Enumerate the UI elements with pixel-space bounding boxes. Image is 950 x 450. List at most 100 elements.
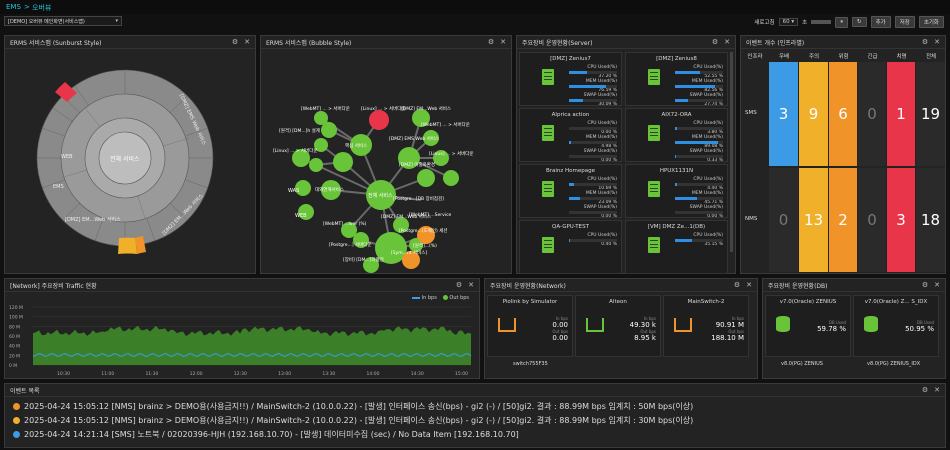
column-header: 주의 xyxy=(808,54,820,60)
column-header: 위험 xyxy=(838,54,849,60)
network-card[interactable]: MainSwitch-2 In bps 90.91 M Out bps 188.… xyxy=(663,295,749,357)
gear-icon[interactable]: ⚙ xyxy=(734,281,740,289)
map-select[interactable]: [DEMO] 오버뷰 메인화면(서비스맵) ▾ xyxy=(4,16,122,26)
bubble-node-label: 대외연계서비스 xyxy=(315,188,344,193)
bubble-node-label: [DMZ] EM...Web 서비스 xyxy=(401,107,452,112)
db-card[interactable]: v7.0(Oracle) ZENIUS DB Used 59.78 % xyxy=(765,295,851,357)
scrollbar[interactable] xyxy=(730,52,733,252)
event-count-cell[interactable]: 0 xyxy=(769,168,798,272)
close-icon[interactable]: ✕ xyxy=(746,281,752,289)
refresh-slider[interactable] xyxy=(811,20,832,24)
metric-label: SWAP Used(%) xyxy=(583,93,617,98)
metric-label: SWAP Used(%) xyxy=(689,205,723,210)
server-card[interactable]: AIX72-ORA CPU Used(%) 3.80 % MEM Used(%) 89… xyxy=(625,108,728,163)
column-header: 치명 xyxy=(896,54,907,60)
refresh-icon[interactable]: ↻ xyxy=(851,17,867,27)
top-bar: EMS > 오버뷰 xyxy=(0,0,950,14)
server-card[interactable]: Alprica action CPU Used(%) 0.00 % MEM Used… xyxy=(519,108,622,163)
server-card[interactable]: [DMZ] Zenius7 CPU Used(%) 37.20 % MEM Used… xyxy=(519,52,622,107)
event-count-panel: 이벤트 개수 (인프라별) ⚙ ✕ 인프라 우배 주의 위험 긴급 치명 전체 SMS 3 9 6 0 1 1… xyxy=(740,35,946,274)
bubble-node-label: WEB xyxy=(295,213,307,219)
out-bps-area xyxy=(33,325,471,365)
event-count-cell[interactable]: 2 xyxy=(829,168,857,272)
close-icon[interactable]: ✕ xyxy=(244,38,250,46)
event-count-cell[interactable]: 1 xyxy=(887,62,915,166)
event-row[interactable]: 2025-04-24 15:05:12 [NMS] brainz > DEMO용… xyxy=(5,399,945,413)
close-icon[interactable]: ✕ xyxy=(724,38,730,46)
sunburst-title: ERMS 서비스맵 (Sunburst Style) xyxy=(10,39,102,47)
close-icon[interactable]: ✕ xyxy=(934,281,940,289)
close-icon[interactable]: ✕ xyxy=(934,386,940,394)
server-icon xyxy=(648,69,660,85)
sunburst-center-label: 전체 서비스 xyxy=(110,156,140,163)
close-icon[interactable]: ✕ xyxy=(500,38,506,46)
bubble-node-label: [원격]...(%) xyxy=(413,244,437,249)
event-count-cell[interactable]: 0 xyxy=(858,168,886,272)
gear-icon[interactable]: ⚙ xyxy=(922,38,928,46)
server-icon xyxy=(542,181,554,197)
metric-bar xyxy=(569,85,617,88)
gear-icon[interactable]: ⚙ xyxy=(456,281,462,289)
add-button[interactable]: 추가 xyxy=(870,16,891,28)
db-card[interactable]: v7.0(Oracle) Z... S_IDX DB Used 50.95 % xyxy=(853,295,939,357)
event-count-cell[interactable]: 13 xyxy=(799,168,828,272)
infra-label: NMS xyxy=(745,216,758,222)
close-icon[interactable]: ✕ xyxy=(468,281,474,289)
reset-button[interactable]: 초기화 xyxy=(918,16,944,28)
breadcrumb-root[interactable]: EMS xyxy=(6,3,21,11)
server-name: QA-GPU-TEST xyxy=(552,224,589,230)
bubble-node-label: [WebMT] ...iver (%) xyxy=(323,222,367,227)
event-count-cell[interactable]: 3 xyxy=(769,62,798,166)
bubble-node-label: [Linux] ... > 서버다운 xyxy=(429,152,474,157)
bubble-node-label: [Linux] ... > 서버다운 xyxy=(361,107,406,112)
server-name: Brainz Homepage xyxy=(545,168,596,174)
bubble-node-label: [Postgre...(도메인) 세션 xyxy=(399,229,448,234)
infra-label: SMS xyxy=(745,110,757,116)
event-count-cell[interactable]: 9 xyxy=(799,62,828,166)
metric-label: SWAP Used(%) xyxy=(689,149,723,154)
gear-icon[interactable]: ⚙ xyxy=(488,38,494,46)
y-tick-label: 80 M xyxy=(9,324,20,330)
event-row[interactable]: 2025-04-24 15:05:12 [NMS] brainz > DEMO용… xyxy=(5,413,945,427)
network-card[interactable]: Alteon In bps 49.30 k Out bps 8.95 k xyxy=(575,295,661,357)
event-count-cell[interactable]: 3 xyxy=(887,168,915,272)
in-value: 90.91 M xyxy=(715,321,744,329)
network-card[interactable]: Piolink by Simulator In bps 0.00 Out bps… xyxy=(487,295,573,357)
metric-bar xyxy=(569,197,617,200)
server-card[interactable]: QA-GPU-TEST CPU Used(%) 0.40 % xyxy=(519,220,622,274)
gear-icon[interactable]: ⚙ xyxy=(712,38,718,46)
server-card[interactable]: Brainz Homepage CPU Used(%) 10.69 % MEM Us… xyxy=(519,164,622,219)
server-name: AIX72-ORA xyxy=(661,112,692,118)
server-card[interactable]: [VM] DMZ Ze...1(DB) CPU Used(%) 35.15 % xyxy=(625,220,728,274)
event-count-cell[interactable]: 6 xyxy=(829,62,857,166)
severity-dot-icon xyxy=(13,402,20,410)
close-icon[interactable]: ✕ xyxy=(934,38,940,46)
gear-icon[interactable]: ⚙ xyxy=(922,281,928,289)
metric-value: 0.33 % xyxy=(707,158,723,163)
x-tick-label: 13:00 xyxy=(278,371,291,377)
save-button[interactable]: 저장 xyxy=(894,16,915,28)
event-count-cell[interactable]: 19 xyxy=(916,62,945,166)
server-card[interactable]: [DMZ] Zenius8 CPU Used(%) 52.55 % MEM Used… xyxy=(625,52,728,107)
metric-value: 30.09 % xyxy=(598,102,617,107)
gear-icon[interactable]: ⚙ xyxy=(232,38,238,46)
event-row[interactable]: 2025-04-24 14:21:14 [SMS] 노트북 / 02020396… xyxy=(5,427,945,441)
refresh-select[interactable]: 60 ▾ xyxy=(778,18,799,26)
pause-button[interactable]: ⏸ xyxy=(835,16,848,28)
event-list-title: 이벤트 목록 xyxy=(10,387,40,395)
x-tick-label: 10:30 xyxy=(57,371,70,377)
event-count-cell[interactable]: 0 xyxy=(858,62,886,166)
server-card[interactable]: HPUX1131N CPU Used(%) 4.40 % MEM Used(%) 45… xyxy=(625,164,728,219)
server-icon xyxy=(648,237,660,253)
server-name: Alprica action xyxy=(551,112,590,118)
db-extra: v8.0(PG) ZENIUS_IDX xyxy=(867,361,921,367)
db-panel: 주요장비 운영현황(DB) ⚙ ✕ v7.0(Oracle) ZENIUS DB U… xyxy=(762,278,946,379)
gear-icon[interactable]: ⚙ xyxy=(922,386,928,394)
y-tick-label: 60 M xyxy=(9,334,20,340)
traffic-chart[interactable]: 120 M 100 M 80 M 60 M 40 M 20 M 0 M 10:30 11:00 1… xyxy=(5,293,479,379)
y-tick-label: 20 M xyxy=(9,353,20,359)
bubble-chart[interactable] xyxy=(261,50,511,274)
db-extra: v8.0(PG) ZENIUS xyxy=(781,361,823,367)
bubble-node-label: 핵심 서비스 xyxy=(345,144,368,149)
event-count-cell[interactable]: 18 xyxy=(916,168,945,272)
